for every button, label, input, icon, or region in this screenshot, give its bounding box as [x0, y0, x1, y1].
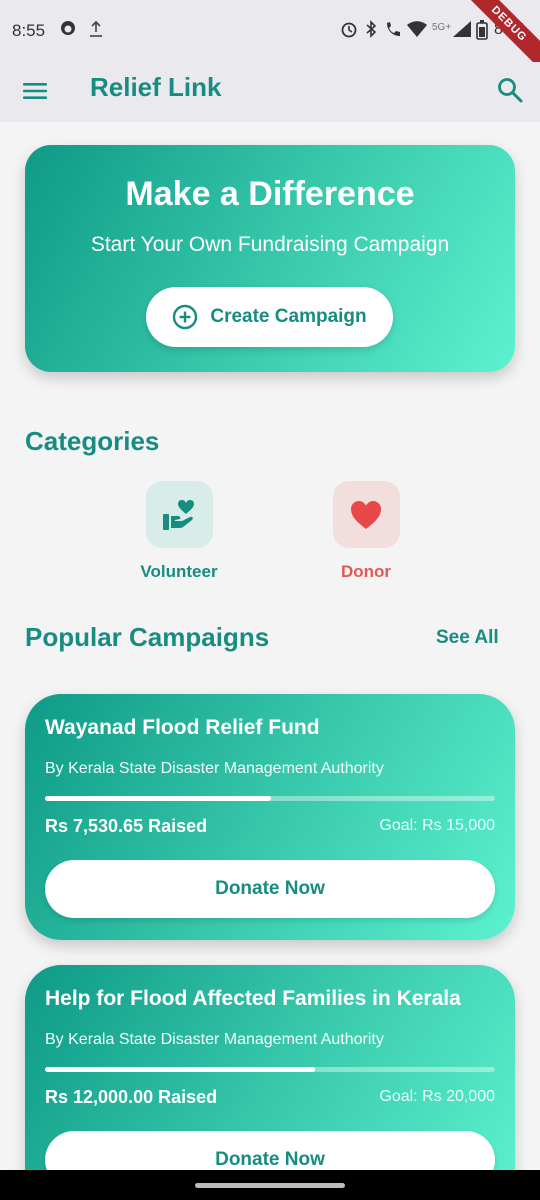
heart-icon	[351, 500, 381, 529]
campaign-title: Wayanad Flood Relief Fund	[45, 716, 320, 739]
notification-icon	[60, 20, 76, 41]
category-tile-volunteer	[145, 481, 213, 548]
category-label-donor: Donor	[340, 562, 392, 581]
alarm-icon	[340, 20, 358, 43]
campaign-title: Help for Flood Affected Families in Kera…	[45, 987, 461, 1010]
campaign-organizer: By Kerala State Disaster Management Auth…	[45, 1031, 384, 1048]
search-icon[interactable]	[496, 76, 524, 104]
app-bar: Relief Link	[0, 62, 540, 122]
campaign-organizer: By Kerala State Disaster Management Auth…	[45, 760, 384, 777]
campaign-goal: Goal: Rs 15,000	[379, 817, 495, 834]
signal-icon	[452, 20, 472, 43]
call-icon	[384, 20, 404, 43]
status-time: 8:55	[12, 21, 46, 40]
see-all-link[interactable]: See All	[436, 627, 499, 649]
category-label-volunteer: Volunteer	[140, 562, 218, 581]
popular-campaigns-title: Popular Campaigns	[25, 622, 270, 652]
wifi-icon	[406, 20, 428, 43]
volunteer-hand-heart-icon	[163, 499, 194, 530]
app-title: Relief Link	[90, 72, 222, 102]
hero-title: Make a Difference	[125, 175, 415, 213]
hero-subtitle: Start Your Own Fundraising Campaign	[90, 233, 450, 256]
campaign-raised: Rs 12,000.00 Raised	[45, 1087, 218, 1107]
campaign-card[interactable]: Help for Flood Affected Families in Kera…	[25, 965, 515, 1200]
create-campaign-label: Create Campaign	[210, 306, 367, 327]
upload-icon	[88, 20, 104, 43]
network-type: 5G+	[432, 22, 452, 33]
campaign-progress-bar	[45, 796, 495, 801]
categories-title: Categories	[25, 426, 160, 456]
campaign-card[interactable]: Wayanad Flood Relief Fund By Kerala Stat…	[25, 694, 515, 940]
category-volunteer[interactable]: Volunteer	[109, 481, 249, 582]
hero-banner: Make a Difference Start Your Own Fundrai…	[25, 145, 515, 372]
category-tile-donor	[332, 481, 400, 548]
battery-icon	[476, 20, 488, 45]
category-donor[interactable]: Donor	[296, 481, 436, 582]
menu-icon[interactable]	[22, 78, 48, 104]
bluetooth-icon	[364, 20, 378, 43]
home-gesture-handle[interactable]	[195, 1183, 345, 1188]
campaign-goal: Goal: Rs 20,000	[379, 1088, 495, 1105]
status-bar: 8:55 5G+ 84% DEBUG	[0, 0, 540, 78]
donate-now-button[interactable]: Donate Now	[45, 860, 495, 918]
create-campaign-button[interactable]: Create Campaign	[146, 287, 393, 347]
campaign-progress-fill	[45, 1067, 315, 1072]
campaign-progress-fill	[45, 796, 271, 801]
campaign-raised: Rs 7,530.65 Raised	[45, 816, 208, 836]
system-nav-bar	[0, 1170, 540, 1200]
add-circle-icon	[173, 304, 198, 330]
campaign-progress-bar	[45, 1067, 495, 1072]
